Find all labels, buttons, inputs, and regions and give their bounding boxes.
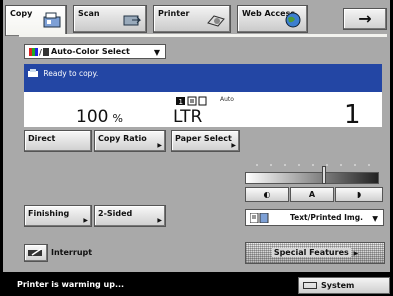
two-sided-button-label: 2-Sided [98, 209, 133, 218]
copy-main-panel: / Auto-Color Select ▼ Ready to copy. 100… [19, 34, 387, 266]
tab-scan-label: Scan [78, 9, 100, 18]
special-features-label: Special Features [271, 248, 351, 257]
bottom-status-bar: Printer is warming up... System Monitor [3, 272, 390, 296]
density-auto-button[interactable]: A [290, 187, 334, 202]
submenu-arrow-icon: ▶ [83, 217, 88, 224]
original-type-dropdown[interactable]: Text/Printed Img. ▼ [245, 209, 384, 226]
status-message: Ready to copy. [43, 69, 99, 78]
original-type-value: Text/Printed Img. [290, 213, 363, 222]
copier-tab-icon [43, 12, 61, 28]
svg-text:1: 1 [179, 98, 183, 106]
tab-copy-label: Copy [10, 9, 33, 18]
interrupt-button[interactable] [24, 244, 48, 262]
copy-ratio-value: 100 [76, 107, 109, 127]
paper-select-button-label: Paper Select [175, 134, 232, 143]
tab-scan[interactable]: Scan [73, 5, 147, 33]
printer-icon [207, 15, 225, 27]
monitor-icon [303, 282, 317, 289]
submenu-arrow-icon: ▶ [353, 250, 359, 257]
density-darker-button[interactable]: ◗ [335, 187, 383, 202]
density-slider-knob[interactable] [322, 166, 327, 184]
density-auto-label: A [308, 190, 316, 199]
submenu-arrow-icon: ▶ [157, 217, 162, 224]
interrupt-label: Interrupt [51, 248, 93, 257]
paper-select-button[interactable]: Paper Select ▶ [171, 130, 240, 152]
status-message-bar: Ready to copy. [24, 64, 382, 92]
copy-ratio-button-label: Copy Ratio [98, 134, 147, 143]
device-status-message: Printer is warming up... [17, 280, 125, 289]
tab-printer-label: Printer [158, 9, 190, 18]
two-sided-button[interactable]: 2-Sided ▶ [94, 205, 166, 227]
chevron-down-icon: ▼ [372, 214, 378, 223]
chevron-down-icon: ▼ [153, 48, 160, 57]
tab-printer[interactable]: Printer [153, 5, 231, 33]
right-arrow-icon: → [358, 9, 372, 28]
original-type-icon [250, 213, 269, 223]
copier-icon [28, 69, 38, 77]
direct-button[interactable]: Direct [24, 130, 92, 152]
copy-settings-summary: 100% 1 Auto LTR 1 [24, 92, 382, 130]
special-features-button[interactable]: Special Features ▶ [245, 242, 385, 264]
direct-button-label: Direct [28, 134, 56, 143]
finishing-button-label: Finishing [28, 209, 70, 218]
color-select-value: Auto-Color Select [51, 47, 130, 56]
copy-ratio-display: 100% [76, 107, 123, 127]
paper-source-icons: 1 [176, 96, 207, 106]
tab-web-access[interactable]: Web Access [237, 5, 308, 33]
scanner-icon [123, 15, 142, 26]
finishing-button[interactable]: Finishing ▶ [24, 205, 92, 227]
tab-copy[interactable]: Copy [5, 5, 67, 36]
density-gradient-bar [245, 172, 379, 184]
paper-size-value: LTR [173, 107, 203, 127]
next-screen-button[interactable]: → [343, 8, 387, 30]
system-monitor-button[interactable]: System Monitor [298, 277, 390, 294]
copy-ratio-button[interactable]: Copy Ratio ▶ [94, 130, 166, 152]
copy-count-value: 1 [344, 100, 361, 130]
lighter-icon: ◐ [263, 190, 271, 199]
svg-text:/: / [39, 48, 42, 56]
submenu-arrow-icon: ▶ [157, 142, 162, 149]
system-monitor-label: System Monitor [321, 281, 355, 290]
submenu-arrow-icon: ▶ [231, 142, 236, 149]
darker-icon: ◗ [356, 190, 362, 199]
density-lighter-button[interactable]: ◐ [245, 187, 289, 202]
paper-mode-label: Auto [220, 96, 234, 103]
color-mode-icon: / [29, 48, 49, 56]
interrupt-icon [28, 248, 42, 256]
copy-screen: Copy Scan Printer Web Access → / Auto-Co… [3, 0, 390, 296]
color-select-dropdown[interactable]: / Auto-Color Select ▼ [24, 44, 166, 59]
copy-ratio-unit: % [112, 112, 123, 125]
globe-icon [285, 12, 301, 28]
